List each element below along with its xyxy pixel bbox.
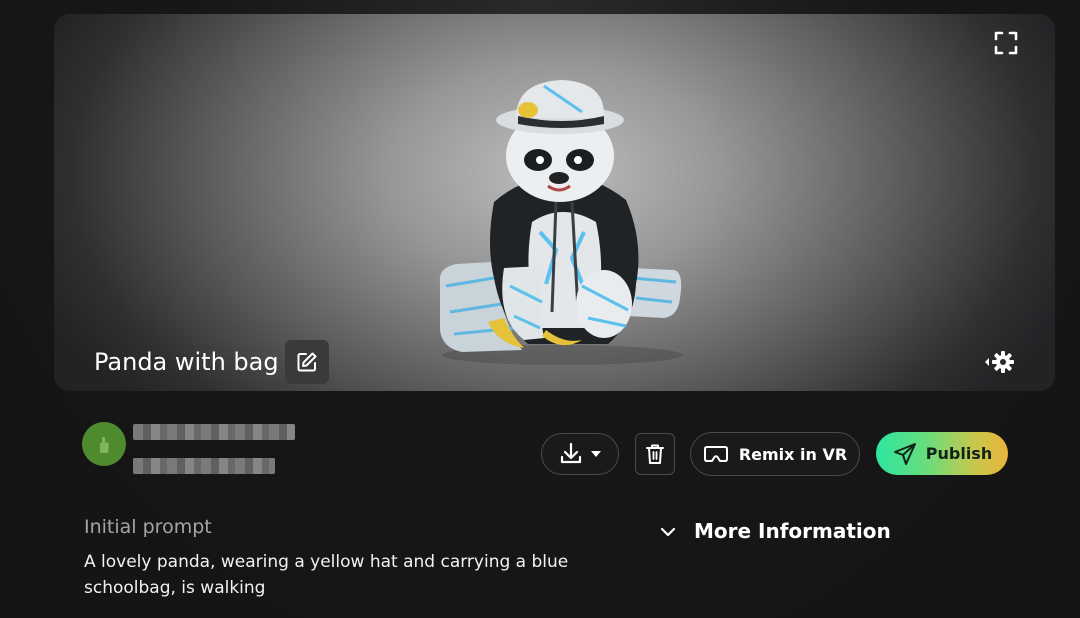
prompt-text: A lovely panda, wearing a yellow hat and… [84, 552, 569, 598]
more-information-toggle[interactable]: More Information [658, 519, 891, 543]
prompt-heading: Initial prompt [84, 516, 212, 538]
pencil-icon [297, 352, 317, 372]
panda-3d-model[interactable] [432, 72, 692, 372]
more-information-label: More Information [694, 519, 891, 543]
gear-icon [985, 351, 1014, 373]
author-handle-redacted [133, 458, 275, 474]
chevron-down-icon [591, 451, 601, 457]
chevron-down-icon [660, 527, 676, 537]
model-viewer[interactable]: Panda with bag [54, 14, 1055, 391]
model-title: Panda with bag [94, 348, 279, 376]
hand-icon [100, 437, 109, 453]
download-icon [560, 442, 582, 464]
avatar[interactable] [82, 422, 126, 466]
fullscreen-icon [994, 31, 1018, 55]
publish-button[interactable]: Publish [876, 432, 1008, 475]
remix-in-vr-button[interactable]: Remix in VR [690, 432, 860, 476]
vr-headset-icon [703, 446, 728, 462]
author-info[interactable] [82, 422, 126, 466]
fullscreen-button[interactable] [993, 30, 1019, 56]
viewer-settings-button[interactable] [981, 350, 1017, 374]
author-name-redacted [133, 424, 295, 440]
publish-label: Publish [925, 444, 993, 463]
edit-title-button[interactable] [284, 340, 329, 384]
download-button[interactable] [541, 433, 619, 475]
remix-label: Remix in VR [738, 444, 848, 464]
trash-icon [646, 444, 664, 464]
delete-button[interactable] [635, 433, 675, 475]
send-icon [893, 442, 916, 465]
